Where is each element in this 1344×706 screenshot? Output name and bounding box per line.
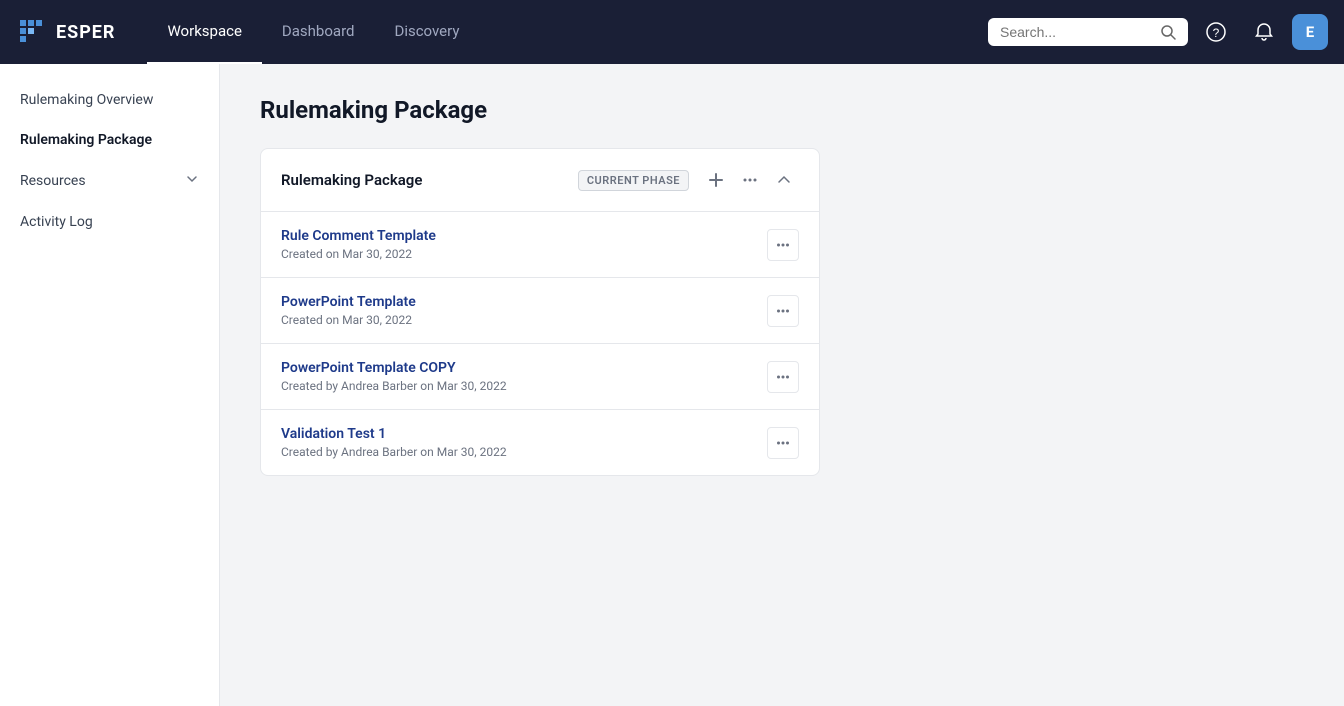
sidebar-item-rulemaking-overview[interactable]: Rulemaking Overview xyxy=(0,80,219,120)
nav-discovery[interactable]: Discovery xyxy=(374,0,479,64)
sidebar: Rulemaking Overview Rulemaking Package R… xyxy=(0,64,220,706)
list-item: Validation Test 1 Created by Andrea Barb… xyxy=(261,410,819,475)
main-layout: Rulemaking Overview Rulemaking Package R… xyxy=(0,64,1344,706)
more-options-button[interactable] xyxy=(735,165,765,195)
search-box[interactable] xyxy=(988,18,1188,46)
user-avatar[interactable]: E xyxy=(1292,14,1328,50)
list-item-more-button[interactable] xyxy=(767,361,799,393)
list-item-meta: Created on Mar 30, 2022 xyxy=(281,313,767,327)
list-item-title[interactable]: Rule Comment Template xyxy=(281,228,767,244)
list-item-more-button[interactable] xyxy=(767,295,799,327)
list-item-more-button[interactable] xyxy=(767,427,799,459)
nav-workspace[interactable]: Workspace xyxy=(147,0,261,64)
rulemaking-package-card: Rulemaking Package CURRENT PHASE xyxy=(260,148,820,476)
add-button[interactable] xyxy=(701,165,731,195)
brand-name: ESPER xyxy=(56,22,115,43)
list-item-meta: Created by Andrea Barber on Mar 30, 2022 xyxy=(281,445,767,459)
card-title: Rulemaking Package xyxy=(281,171,566,189)
search-icon xyxy=(1160,24,1176,40)
page-title: Rulemaking Package xyxy=(260,96,1304,124)
list-item-title[interactable]: PowerPoint Template xyxy=(281,294,767,310)
list-item-meta: Created by Andrea Barber on Mar 30, 2022 xyxy=(281,379,767,393)
card-header-actions xyxy=(701,165,799,195)
card-header: Rulemaking Package CURRENT PHASE xyxy=(261,149,819,212)
sidebar-item-resources[interactable]: Resources xyxy=(0,160,219,202)
list-item-meta: Created on Mar 30, 2022 xyxy=(281,247,767,261)
list-item-title[interactable]: Validation Test 1 xyxy=(281,426,767,442)
list-item-more-button[interactable] xyxy=(767,229,799,261)
list-item: Rule Comment Template Created on Mar 30,… xyxy=(261,212,819,278)
svg-text:?: ? xyxy=(1213,26,1220,40)
logo-area[interactable]: ESPER xyxy=(16,16,115,48)
list-item: PowerPoint Template Created on Mar 30, 2… xyxy=(261,278,819,344)
main-content: Rulemaking Package Rulemaking Package CU… xyxy=(220,64,1344,706)
esper-logo-icon xyxy=(16,16,48,48)
top-navigation: ESPER Workspace Dashboard Discovery ? xyxy=(0,0,1344,64)
nav-links: Workspace Dashboard Discovery xyxy=(147,0,988,64)
list-item: PowerPoint Template COPY Created by Andr… xyxy=(261,344,819,410)
notifications-button[interactable] xyxy=(1244,12,1284,52)
nav-right: ? E xyxy=(988,12,1328,52)
list-item-content: PowerPoint Template COPY Created by Andr… xyxy=(281,360,767,393)
list-item-content: Rule Comment Template Created on Mar 30,… xyxy=(281,228,767,261)
chevron-down-icon xyxy=(185,172,199,190)
list-item-content: PowerPoint Template Created on Mar 30, 2… xyxy=(281,294,767,327)
list-item-title[interactable]: PowerPoint Template COPY xyxy=(281,360,767,376)
list-item-content: Validation Test 1 Created by Andrea Barb… xyxy=(281,426,767,459)
collapse-button[interactable] xyxy=(769,165,799,195)
sidebar-item-activity-log[interactable]: Activity Log xyxy=(0,202,219,242)
search-input[interactable] xyxy=(1000,24,1152,40)
help-button[interactable]: ? xyxy=(1196,12,1236,52)
nav-dashboard[interactable]: Dashboard xyxy=(262,0,375,64)
phase-badge: CURRENT PHASE xyxy=(578,170,689,191)
sidebar-item-rulemaking-package[interactable]: Rulemaking Package xyxy=(0,120,219,160)
